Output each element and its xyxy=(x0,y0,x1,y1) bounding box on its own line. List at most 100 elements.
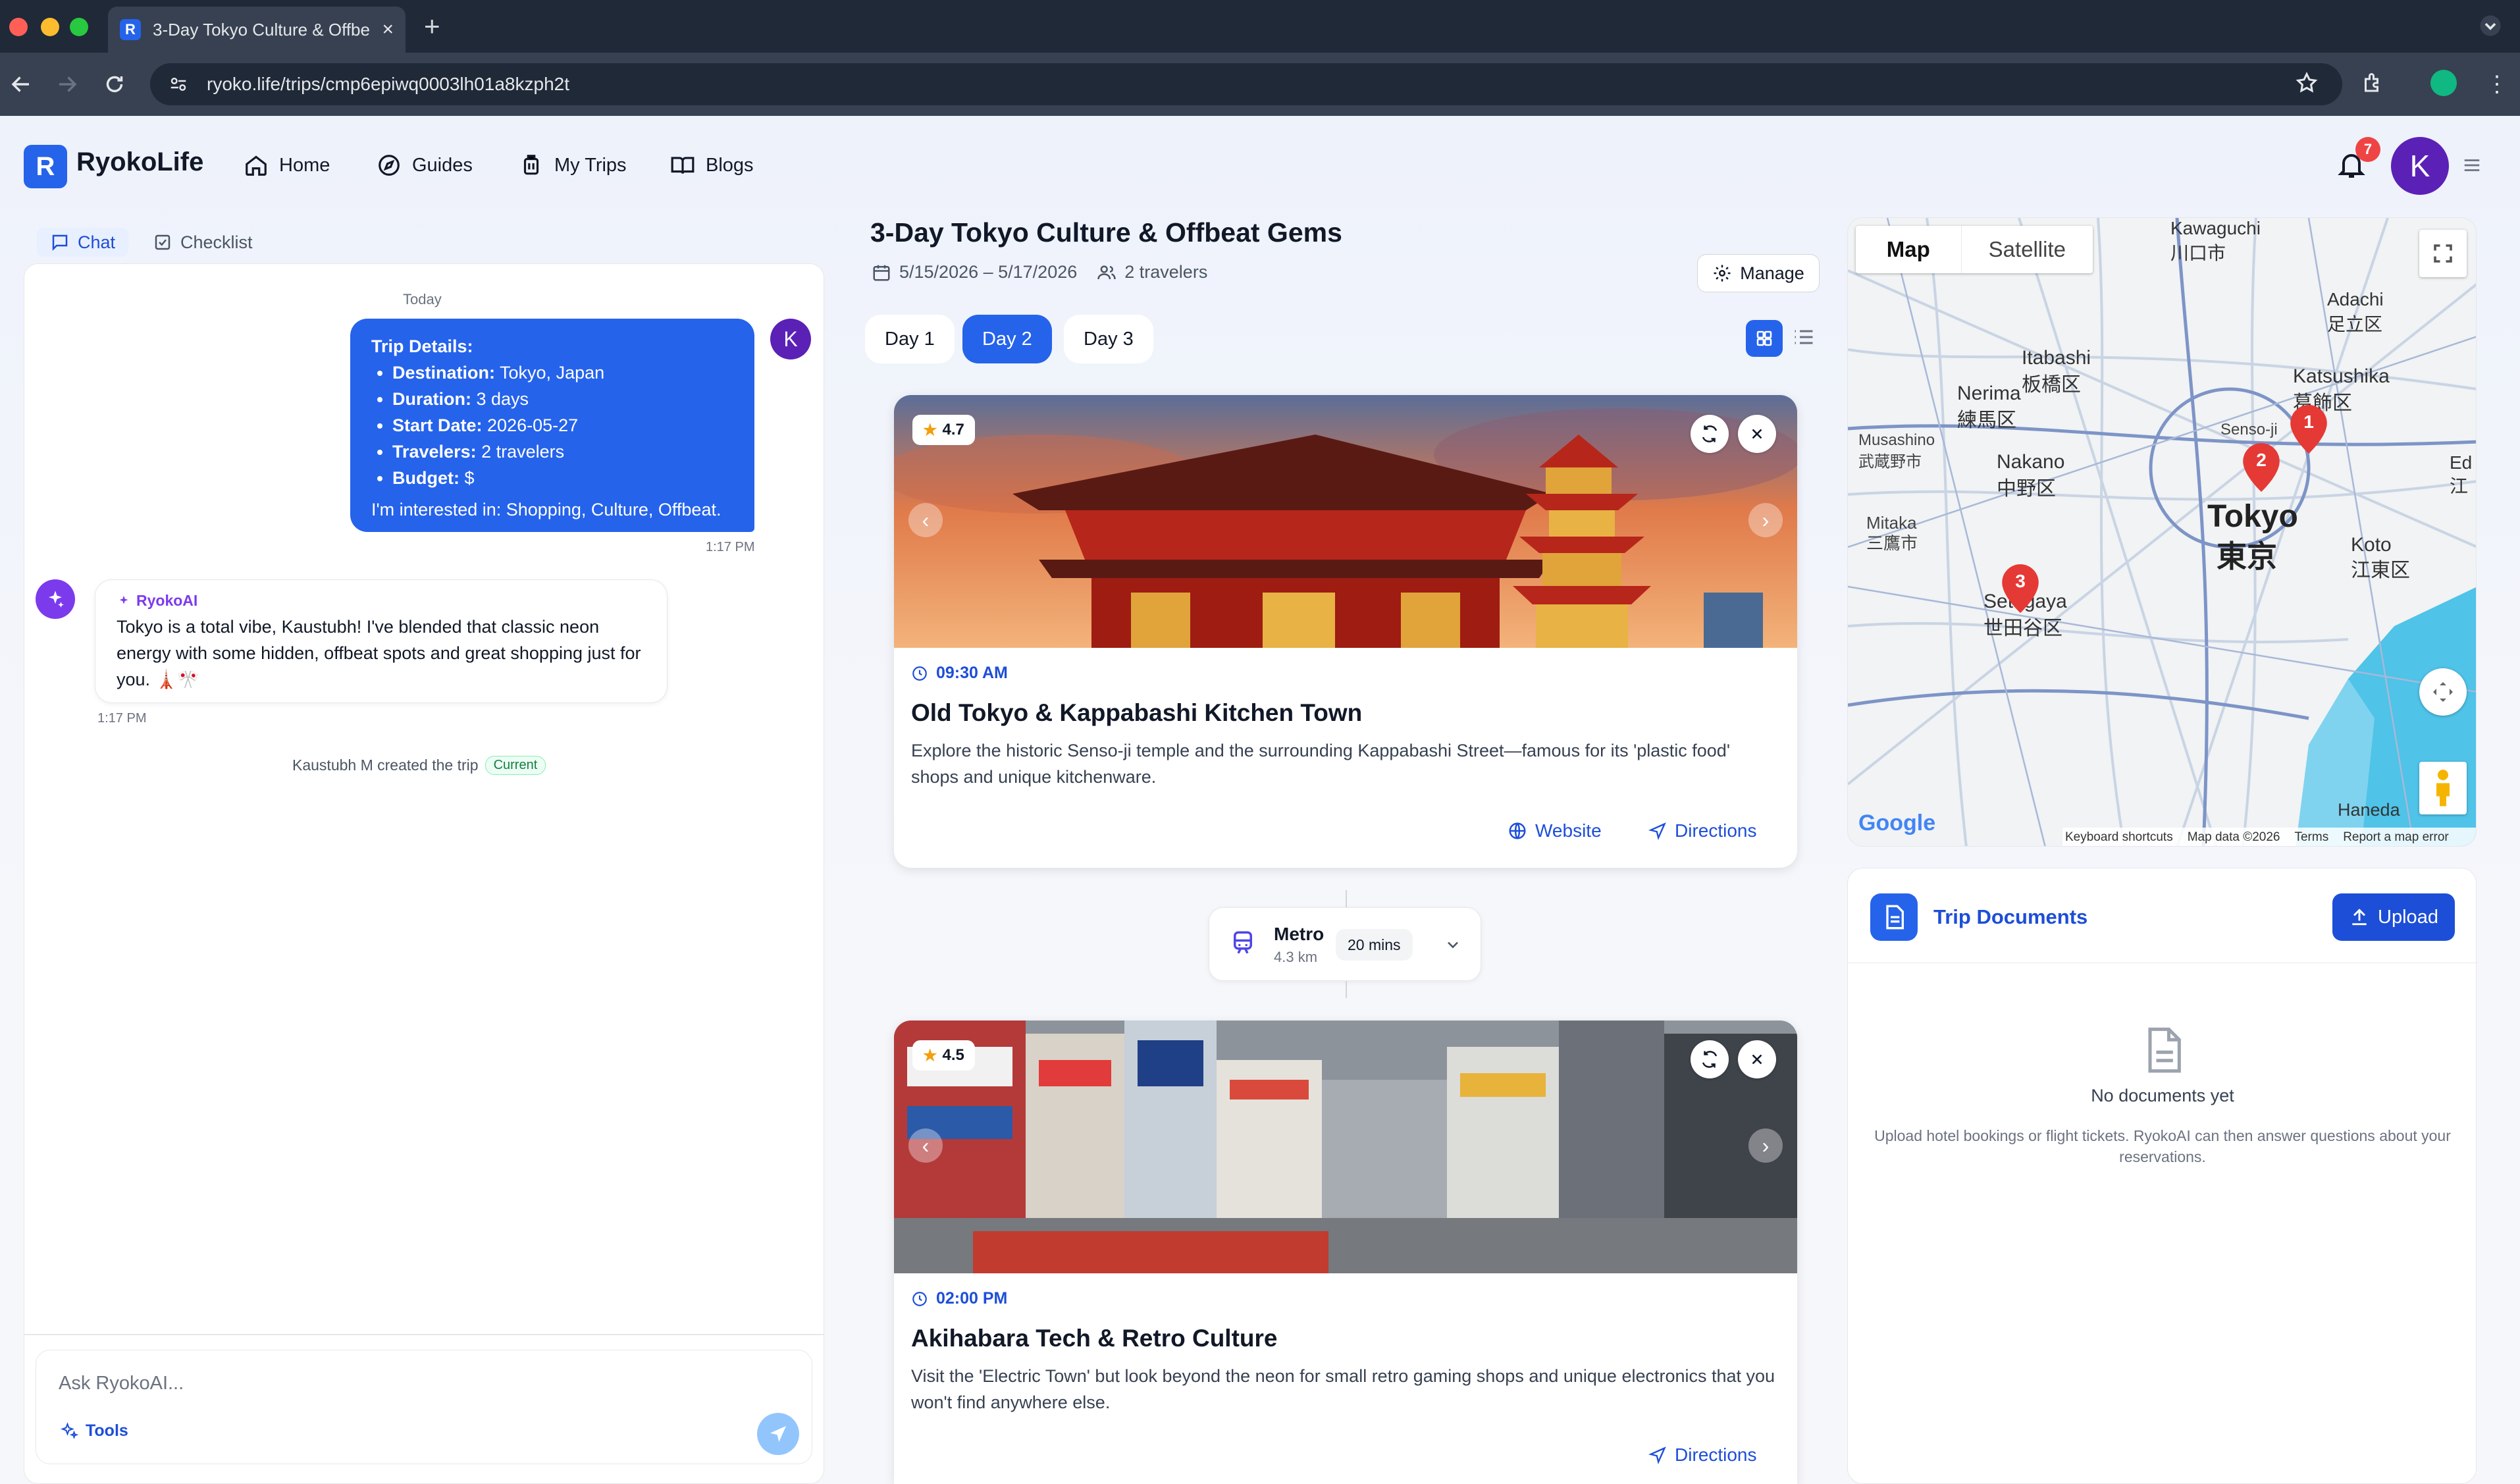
navigation-icon xyxy=(1648,822,1666,840)
photo-prev-button[interactable]: ‹ xyxy=(908,1128,943,1163)
swap-activity-button[interactable] xyxy=(1691,415,1729,453)
window-close-button[interactable] xyxy=(9,18,28,36)
tab-close-icon[interactable]: × xyxy=(382,18,394,41)
website-link[interactable]: Website xyxy=(1508,820,1602,841)
documents-title: Trip Documents xyxy=(1933,905,2088,928)
grid-view-button[interactable] xyxy=(1746,320,1783,357)
map-label: 世田谷区 xyxy=(1983,618,2062,639)
map-view[interactable]: Map Satellite Kawaguchi 川口市 Adachi 足立区 I… xyxy=(1847,217,2477,847)
swap-activity-button[interactable] xyxy=(1691,1040,1729,1078)
map-marker-number: 3 xyxy=(2015,571,2026,591)
transport-segment[interactable]: Metro 4.3 km 20 mins xyxy=(1209,907,1481,981)
nav-home[interactable]: Home xyxy=(244,153,330,178)
window-zoom-button[interactable] xyxy=(70,18,88,36)
map-marker[interactable]: 3 xyxy=(2002,564,2039,613)
trip-details-list: Destination: Tokyo, Japan Duration: 3 da… xyxy=(371,359,733,491)
map-label: 武蔵野市 xyxy=(1858,453,1922,471)
activity-time: 09:30 AM xyxy=(911,664,1008,683)
rating-value: 4.5 xyxy=(942,1046,964,1064)
manage-label: Manage xyxy=(1740,263,1804,283)
map-pan-control[interactable] xyxy=(2419,668,2467,716)
close-icon xyxy=(1752,1054,1762,1065)
tab-day-2[interactable]: Day 2 xyxy=(962,315,1052,363)
upload-icon xyxy=(2352,909,2367,926)
notification-badge: 7 xyxy=(2355,137,2380,162)
keyboard-shortcuts-link[interactable]: Keyboard shortcuts xyxy=(2065,830,2173,845)
browser-tab[interactable]: R 3-Day Tokyo Culture & Offbeat Gems × xyxy=(108,7,406,53)
refresh-icon xyxy=(1702,1051,1718,1068)
map-marker[interactable]: 2 xyxy=(2243,443,2280,492)
tab-checklist[interactable]: Checklist xyxy=(140,228,266,257)
upload-button[interactable]: Upload xyxy=(2332,893,2455,941)
remove-activity-button[interactable] xyxy=(1738,415,1776,453)
directions-link[interactable]: Directions xyxy=(1648,820,1756,841)
tab-search-icon[interactable] xyxy=(2479,14,2502,37)
new-tab-icon[interactable]: + xyxy=(424,11,440,42)
trip-meta: 5/15/2026 – 5/17/2026 2 travelers xyxy=(872,262,1207,282)
street-view-button[interactable] xyxy=(2419,762,2467,814)
list-item: Duration: 3 days xyxy=(392,386,733,412)
map-label: Nerima xyxy=(1957,383,2021,404)
window-minimize-button[interactable] xyxy=(41,18,59,36)
manage-button[interactable]: Manage xyxy=(1697,254,1820,292)
directions-label: Directions xyxy=(1675,820,1757,841)
profile-extension-icon[interactable] xyxy=(2430,70,2457,96)
compass-icon xyxy=(379,155,400,176)
documents-header: Trip Documents Upload xyxy=(1848,868,2477,963)
nav-my-trips[interactable]: My Trips xyxy=(519,153,627,178)
status-badge: Current xyxy=(485,756,546,775)
back-icon[interactable] xyxy=(9,72,33,96)
ai-sender: RyokoAI xyxy=(117,592,646,610)
activity-card[interactable]: ★ 4.7 ‹ › 09:30 AM Old Tokyo & Kappabash… xyxy=(894,395,1797,868)
remove-activity-button[interactable] xyxy=(1738,1040,1776,1078)
trip-travelers: 2 travelers xyxy=(1124,262,1208,282)
tab-day-1[interactable]: Day 1 xyxy=(865,315,955,363)
nav-guides[interactable]: Guides xyxy=(377,153,473,178)
send-button[interactable] xyxy=(757,1413,799,1455)
fullscreen-button[interactable] xyxy=(2419,230,2467,277)
activity-title: Akihabara Tech & Retro Culture xyxy=(911,1325,1278,1352)
nav-blogs[interactable]: Blogs xyxy=(670,153,754,178)
map-label: Adachi xyxy=(2327,289,2384,309)
navigation-icon xyxy=(1648,1446,1666,1464)
terms-link[interactable]: Terms xyxy=(2294,830,2328,845)
reload-icon[interactable] xyxy=(103,72,126,96)
activity-photo[interactable]: ★ 4.5 ‹ › xyxy=(894,1020,1797,1273)
list-view-icon[interactable] xyxy=(1792,325,1816,349)
user-avatar[interactable]: K xyxy=(2391,137,2449,195)
map-label: Tokyo xyxy=(2207,499,2298,534)
user-message-bubble: Trip Details: Destination: Tokyo, Japan … xyxy=(350,319,754,532)
photo-prev-button[interactable]: ‹ xyxy=(908,503,943,537)
rating-badge: ★ 4.5 xyxy=(912,1040,975,1071)
activity-card[interactable]: ★ 4.5 ‹ › 02:00 PM Akihabara Tech & Retr… xyxy=(894,1020,1797,1484)
report-error-link[interactable]: Report a map error xyxy=(2343,830,2449,845)
map-type-satellite[interactable]: Satellite xyxy=(1962,237,2093,262)
photo-next-button[interactable]: › xyxy=(1748,1128,1783,1163)
map-marker[interactable]: 1 xyxy=(2290,405,2327,454)
divider xyxy=(24,1334,824,1335)
photo-next-button[interactable]: › xyxy=(1748,503,1783,537)
tab-chat[interactable]: Chat xyxy=(37,228,129,257)
extensions-icon[interactable] xyxy=(2361,71,2384,95)
bookmark-star-icon[interactable] xyxy=(2295,71,2319,95)
brand-name[interactable]: RyokoLife xyxy=(76,147,203,177)
sparkle-icon xyxy=(119,595,128,604)
browser-menu-icon[interactable]: ⋮ xyxy=(2486,71,2508,97)
train-icon xyxy=(1234,931,1252,954)
site-settings-icon[interactable] xyxy=(169,74,188,94)
address-bar[interactable]: ryoko.life/trips/cmp6epiwq0003lh01a8kzph… xyxy=(150,63,2342,105)
tools-button[interactable]: Tools xyxy=(59,1421,128,1441)
directions-link[interactable]: Directions xyxy=(1648,1444,1756,1466)
list-item: Start Date: 2026-05-27 xyxy=(392,412,733,438)
grid-icon xyxy=(1756,331,1772,346)
tab-day-3[interactable]: Day 3 xyxy=(1064,315,1153,363)
forward-icon[interactable] xyxy=(55,72,79,96)
url-text[interactable]: ryoko.life/trips/cmp6epiwq0003lh01a8kzph… xyxy=(207,74,569,95)
map-type-map[interactable]: Map xyxy=(1856,237,1961,262)
map-label: Kawaguchi xyxy=(2170,218,2261,238)
logo-icon[interactable]: R xyxy=(24,145,67,188)
chat-input[interactable]: Ask RyokoAI... xyxy=(36,1350,812,1464)
activity-photo[interactable]: ★ 4.7 ‹ › xyxy=(894,395,1797,648)
menu-icon[interactable] xyxy=(2462,155,2482,175)
nav-home-label: Home xyxy=(279,154,330,176)
